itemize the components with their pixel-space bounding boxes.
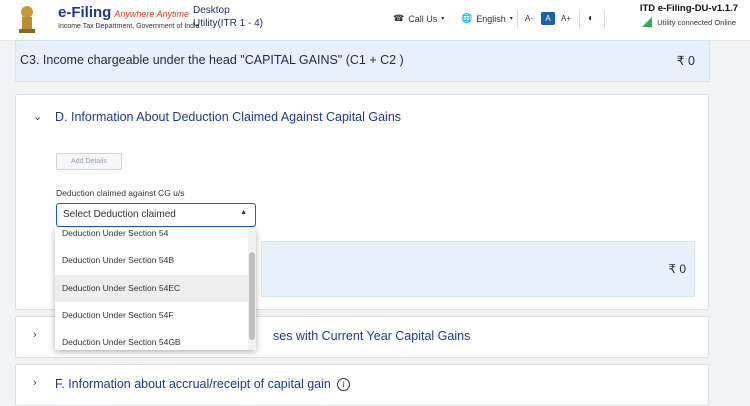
- info-icon[interactable]: i: [336, 378, 350, 392]
- dropdown-option[interactable]: Deduction Under Section 54: [55, 228, 248, 247]
- utility-name-line2: Utility(ITR 1 - 4): [193, 18, 263, 29]
- globe-icon: 🌐: [461, 13, 473, 23]
- header-divider: [579, 10, 580, 28]
- brand-title[interactable]: e-Filing Anywhere Anytime: [58, 4, 189, 21]
- language-label: English: [476, 13, 506, 24]
- deduction-select[interactable]: Select Deduction claimed ▲: [56, 203, 256, 227]
- dropdown-option[interactable]: Deduction Under Section 54F: [55, 302, 248, 329]
- dropdown-option[interactable]: Deduction Under Section 54B: [55, 247, 248, 274]
- caret-up-icon: ▲: [240, 209, 247, 216]
- c3-value: ₹ 0: [676, 54, 695, 68]
- section-f-title-text: F. Information about accrual/receipt of …: [55, 377, 331, 391]
- language-menu[interactable]: 🌐 English ▾: [461, 13, 513, 24]
- call-us-menu[interactable]: ☎ Call Us ▾: [393, 13, 444, 24]
- section-f-card: › F. Information about accrual/receipt o…: [15, 364, 709, 406]
- dropdown-option[interactable]: Deduction Under Section 54GB: [55, 329, 248, 350]
- version-label: ITD e-Filing-DU-v1.1.7: [639, 3, 738, 14]
- utility-name-line1: Desktop: [193, 5, 230, 16]
- font-increase-button[interactable]: A+: [559, 12, 573, 25]
- add-details-button[interactable]: Add Details: [56, 153, 122, 170]
- section-f-title[interactable]: F. Information about accrual/receipt of …: [55, 377, 350, 392]
- header-divider: [517, 10, 518, 28]
- section-e-title[interactable]: ses with Current Year Capital Gains: [273, 329, 470, 343]
- connection-status: Utility connected Online: [642, 17, 736, 27]
- c3-summary-row: C3. Income chargeable under the head "CA…: [15, 40, 710, 82]
- dropdown-option-highlighted[interactable]: Deduction Under Section 54EC: [55, 275, 248, 302]
- chevron-down-icon: ▾: [509, 16, 513, 22]
- call-us-label: Call Us: [408, 13, 438, 24]
- connection-status-text: Utility connected Online: [657, 17, 736, 27]
- section-d-title[interactable]: D. Information About Deduction Claimed A…: [55, 110, 401, 124]
- brand-tagline: Anywhere Anytime: [114, 9, 190, 19]
- app-header: e-Filing Anywhere Anytime Income Tax Depa…: [0, 0, 750, 41]
- font-decrease-button[interactable]: A-: [522, 12, 536, 25]
- contrast-toggle-icon[interactable]: ◐: [584, 12, 598, 25]
- c3-title: C3. Income chargeable under the head "CA…: [20, 53, 404, 67]
- utility-name: Desktop Utility(ITR 1 - 4): [193, 4, 263, 30]
- deduction-label: Deduction claimed against CG u/s: [56, 188, 185, 198]
- deduction-total-value: ₹ 0: [668, 262, 686, 276]
- chevron-right-icon[interactable]: ›: [33, 377, 37, 389]
- emblem-logo-icon: [19, 6, 35, 33]
- font-normal-button[interactable]: A: [541, 12, 555, 25]
- deduction-dropdown-list: Deduction Under Section 54 Deduction Und…: [55, 228, 256, 350]
- chevron-right-icon[interactable]: ›: [33, 329, 37, 341]
- dropdown-scrollbar-thumb[interactable]: [249, 252, 255, 340]
- deduction-select-value: Select Deduction claimed: [63, 209, 176, 220]
- chevron-down-icon: ▾: [441, 16, 445, 22]
- dropdown-scrollbar[interactable]: [248, 228, 256, 350]
- deduction-total-box: ₹ 0: [261, 241, 695, 297]
- chevron-down-icon[interactable]: ⌄: [33, 110, 42, 123]
- phone-icon: ☎: [393, 13, 405, 23]
- header-divider: [604, 10, 605, 28]
- signal-icon: [642, 17, 653, 27]
- department-name: Income Tax Department, Government of Ind…: [58, 23, 200, 30]
